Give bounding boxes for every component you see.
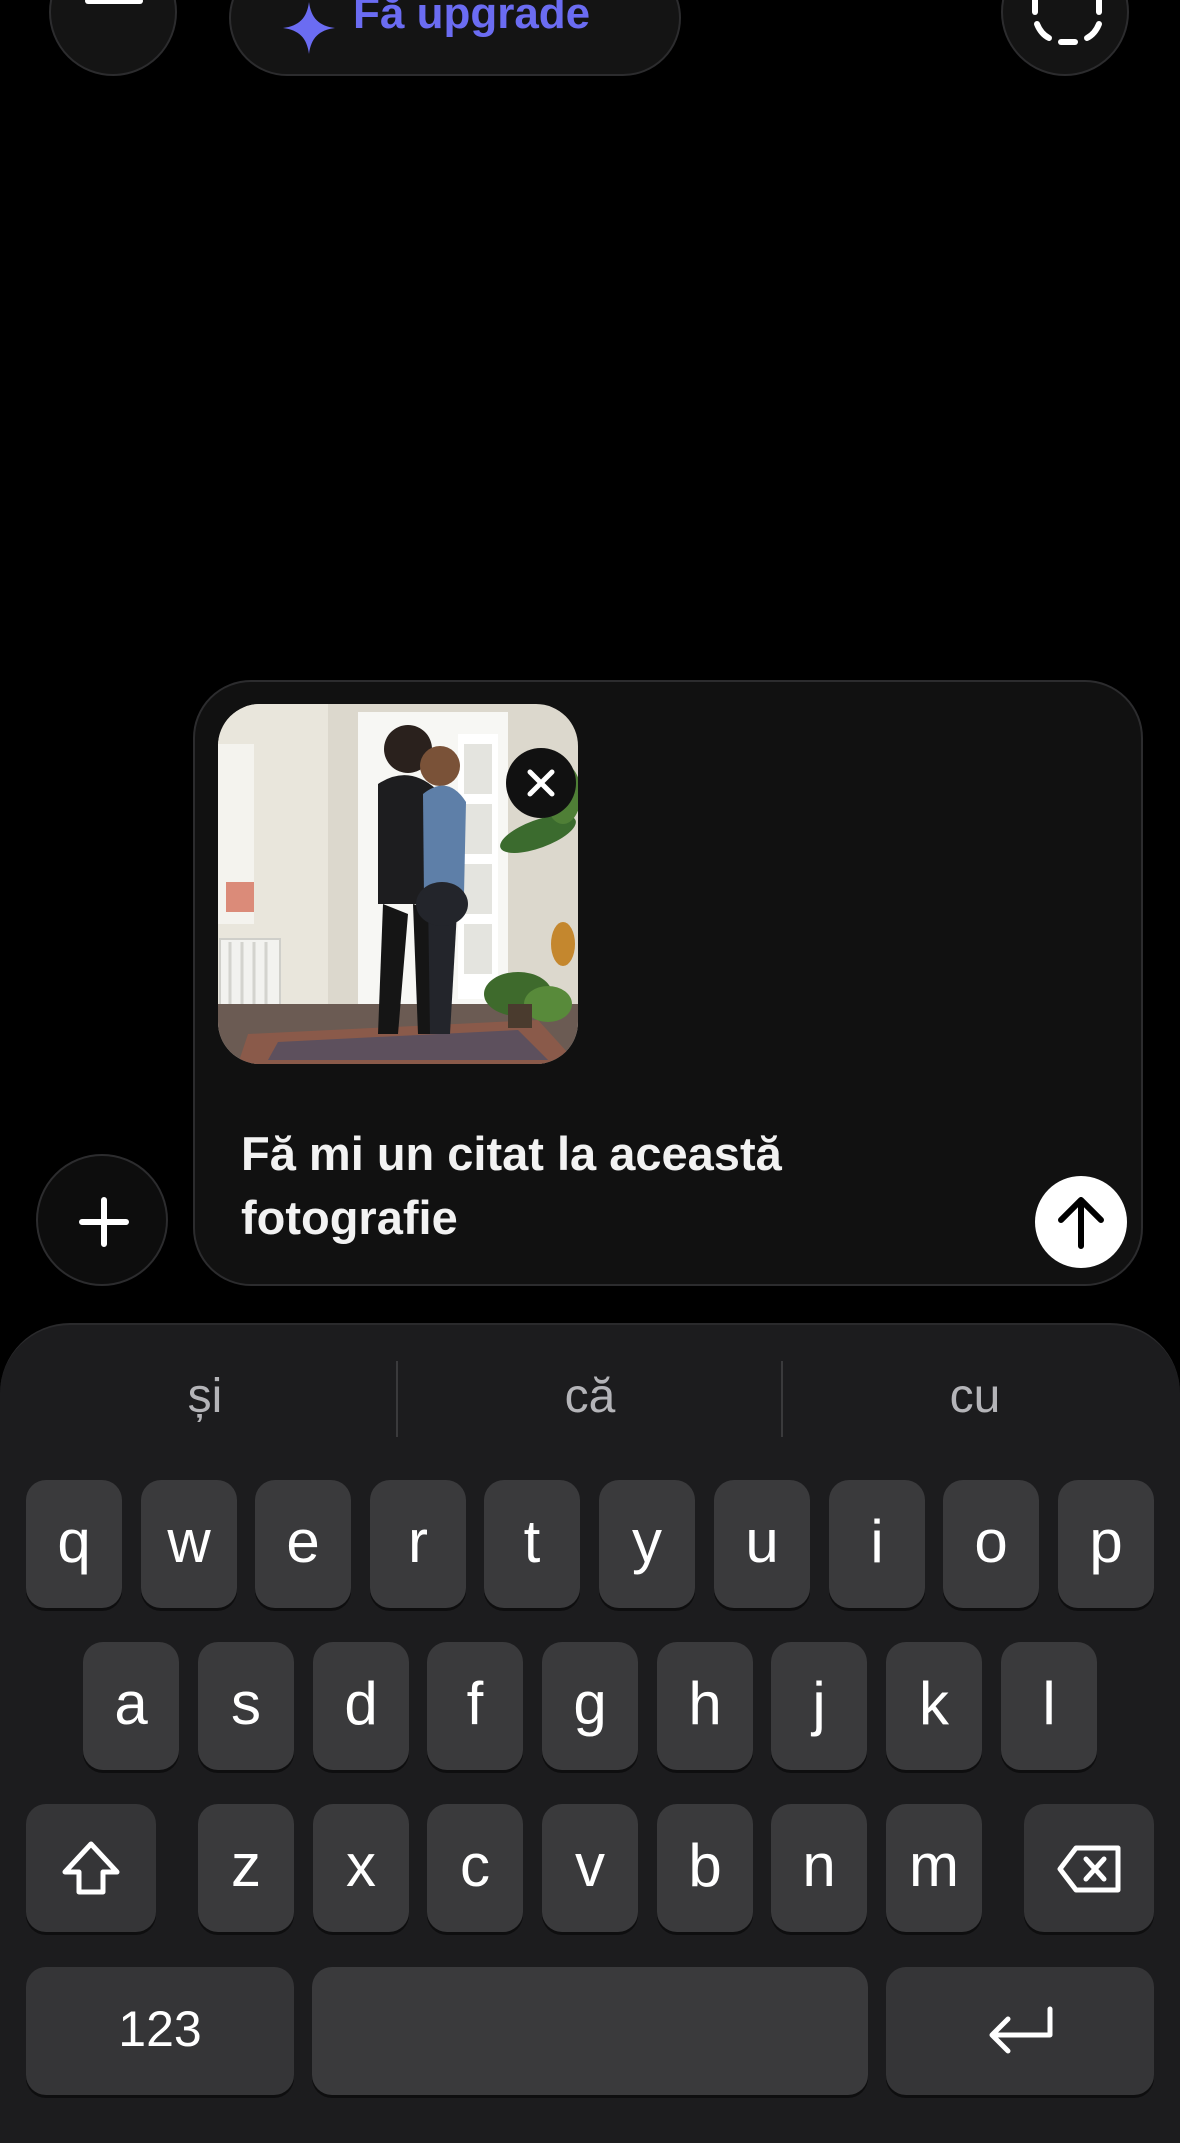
- key-s[interactable]: s: [198, 1642, 294, 1770]
- shift-arrow-icon: [62, 1841, 120, 1895]
- numbers-key[interactable]: 123: [26, 1967, 294, 2095]
- sparkle-icon: [283, 2, 335, 54]
- dashed-chat-bubble-icon: [1032, 0, 1102, 45]
- message-composer: Fă mi un citat la această fotografie: [193, 680, 1143, 1286]
- key-v[interactable]: v: [542, 1804, 638, 1932]
- upgrade-label: Fă upgrade: [353, 0, 591, 38]
- key-i[interactable]: i: [829, 1480, 925, 1608]
- return-key[interactable]: [886, 1967, 1154, 2095]
- send-button[interactable]: [1035, 1176, 1127, 1268]
- key-b[interactable]: b: [657, 1804, 753, 1932]
- arrow-up-icon: [1058, 1197, 1104, 1249]
- on-screen-keyboard: și că cu q w e r t y u i o p a s d f g h…: [0, 1323, 1180, 2143]
- key-f[interactable]: f: [427, 1642, 523, 1770]
- key-t[interactable]: t: [484, 1480, 580, 1608]
- suggestion-2[interactable]: că: [400, 1373, 780, 1421]
- key-o[interactable]: o: [943, 1480, 1039, 1608]
- plus-icon: [79, 1197, 129, 1247]
- key-g[interactable]: g: [542, 1642, 638, 1770]
- key-n[interactable]: n: [771, 1804, 867, 1932]
- temporary-chat-button[interactable]: [1001, 0, 1129, 76]
- suggestion-1[interactable]: și: [15, 1373, 395, 1421]
- suggestion-divider: [396, 1361, 398, 1437]
- key-x[interactable]: x: [313, 1804, 409, 1932]
- key-y[interactable]: y: [599, 1480, 695, 1608]
- space-key[interactable]: [312, 1967, 868, 2095]
- message-input[interactable]: Fă mi un citat la această fotografie: [241, 1122, 861, 1250]
- key-u[interactable]: u: [714, 1480, 810, 1608]
- key-p[interactable]: p: [1058, 1480, 1154, 1608]
- key-l[interactable]: l: [1001, 1642, 1097, 1770]
- backspace-icon: [1057, 1845, 1121, 1893]
- key-c[interactable]: c: [427, 1804, 523, 1932]
- key-d[interactable]: d: [313, 1642, 409, 1770]
- key-z[interactable]: z: [198, 1804, 294, 1932]
- backspace-key[interactable]: [1024, 1804, 1154, 1932]
- key-r[interactable]: r: [370, 1480, 466, 1608]
- add-attachment-button[interactable]: [36, 1154, 168, 1286]
- menu-button[interactable]: [49, 0, 177, 76]
- key-m[interactable]: m: [886, 1804, 982, 1932]
- photo-attachment-thumbnail[interactable]: [218, 704, 578, 1064]
- return-arrow-icon: [989, 2006, 1053, 2054]
- remove-attachment-button[interactable]: [506, 748, 576, 818]
- suggestion-3[interactable]: cu: [785, 1373, 1165, 1421]
- upgrade-button[interactable]: Fă upgrade: [229, 0, 681, 76]
- key-w[interactable]: w: [141, 1480, 237, 1608]
- suggestion-divider: [781, 1361, 783, 1437]
- shift-key[interactable]: [26, 1804, 156, 1932]
- hamburger-menu-icon: [85, 0, 143, 4]
- key-k[interactable]: k: [886, 1642, 982, 1770]
- key-e[interactable]: e: [255, 1480, 351, 1608]
- key-q[interactable]: q: [26, 1480, 122, 1608]
- key-a[interactable]: a: [83, 1642, 179, 1770]
- close-icon: [527, 769, 555, 797]
- key-h[interactable]: h: [657, 1642, 753, 1770]
- key-j[interactable]: j: [771, 1642, 867, 1770]
